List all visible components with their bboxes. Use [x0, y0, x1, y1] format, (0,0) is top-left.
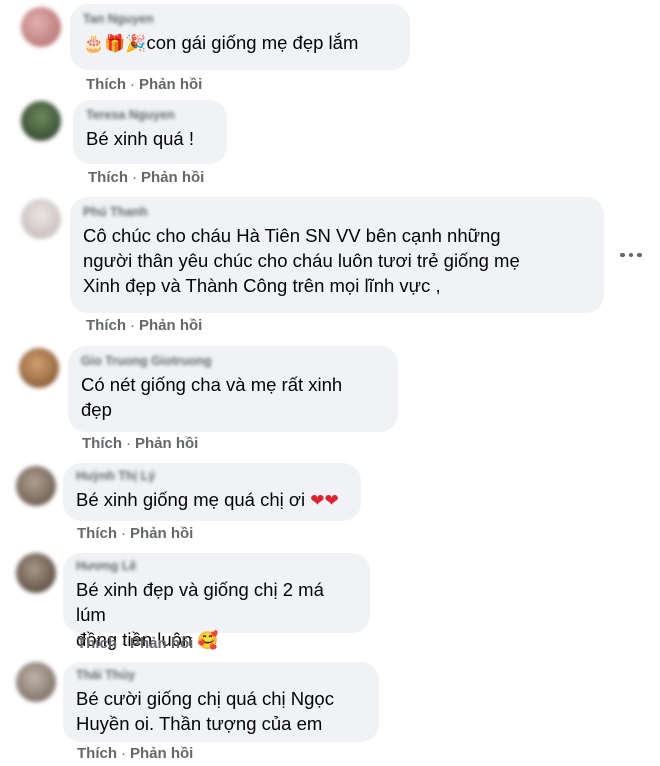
comment-author[interactable]: Gio Truong Giotruong [81, 354, 385, 368]
comment-author[interactable]: Teresa Nguyen [86, 108, 214, 122]
party-emoji-icon: 🎂🎁🎉 [83, 34, 147, 54]
smiling-face-with-hearts-icon: 🥰 [197, 631, 219, 651]
reply-link[interactable]: Phản hồi [130, 635, 193, 652]
comment-bubble: Thái Thủy Bé cười giống chị quá chị Ngọc… [63, 662, 379, 742]
comment-bubble: Hương Lê Bé xinh đẹp và giống chị 2 má l… [63, 553, 370, 651]
like-link[interactable]: Thích [82, 435, 122, 452]
comment-text: Bé xinh quá ! [86, 128, 194, 149]
comment-bubble: Huỳnh Thị Lý Bé xinh giống mẹ quá chị ơi… [63, 463, 361, 521]
avatar[interactable] [21, 7, 61, 47]
reply-link[interactable]: Phản hồi [139, 317, 202, 334]
comment-bubble: Gio Truong Giotruong Có nét giống cha và… [68, 346, 398, 432]
comment-actions: Thích · Phản hồi [82, 435, 199, 452]
like-link[interactable]: Thích [86, 76, 126, 93]
comment-actions: Thích · Phản hồi [77, 635, 194, 652]
comment-author[interactable]: Tan Nguyen [83, 12, 397, 26]
comment-bubble: Teresa Nguyen Bé xinh quá ! [73, 100, 227, 164]
comment-actions: Thích · Phản hồi [86, 317, 203, 334]
like-link[interactable]: Thích [77, 525, 117, 542]
comment-text: Cô chúc cho cháu Hà Tiên SN VV bên cạnh … [83, 225, 520, 296]
comment-bubble: Tan Nguyen 🎂🎁🎉con gái giống mẹ đẹp lắm [70, 4, 410, 70]
reply-link[interactable]: Phản hồi [130, 525, 193, 542]
comment-text: Có nét giống cha và mẹ rất xinh đẹp [81, 374, 343, 420]
heart-emoji-icon: ❤❤ [310, 491, 339, 511]
more-options-icon[interactable] [616, 248, 646, 262]
comment-text: Bé cười giống chị quá chị Ngọc Huyền oi.… [76, 688, 334, 734]
like-link[interactable]: Thích [88, 169, 128, 186]
like-link[interactable]: Thích [86, 317, 126, 334]
comment-actions: Thích · Phản hồi [77, 745, 194, 762]
comment-author[interactable]: Huỳnh Thị Lý [76, 469, 348, 483]
avatar[interactable] [16, 553, 56, 593]
reply-link[interactable]: Phản hồi [130, 745, 193, 762]
reply-link[interactable]: Phản hồi [139, 76, 202, 93]
comment-author[interactable]: Hương Lê [76, 559, 357, 573]
comment-actions: Thích · Phản hồi [88, 169, 205, 186]
avatar[interactable] [21, 101, 61, 141]
like-link[interactable]: Thích [77, 745, 117, 762]
comment-text: 🎂🎁🎉con gái giống mẹ đẹp lắm [83, 32, 359, 54]
comment-author[interactable]: Thái Thủy [76, 668, 366, 682]
avatar[interactable] [16, 466, 56, 506]
comment-actions: Thích · Phản hồi [77, 525, 194, 542]
reply-link[interactable]: Phản hồi [135, 435, 198, 452]
avatar[interactable] [16, 662, 56, 702]
reply-link[interactable]: Phản hồi [141, 169, 204, 186]
comment-actions: Thích · Phản hồi [86, 76, 203, 93]
avatar[interactable] [21, 199, 61, 239]
like-link[interactable]: Thích [77, 635, 117, 652]
comment-bubble: Phú Thanh Cô chúc cho cháu Hà Tiên SN VV… [70, 197, 604, 313]
comment-text: Bé xinh giống mẹ quá chị ơi ❤❤ [76, 489, 339, 511]
comment-author[interactable]: Phú Thanh [83, 205, 591, 219]
avatar[interactable] [19, 348, 59, 388]
